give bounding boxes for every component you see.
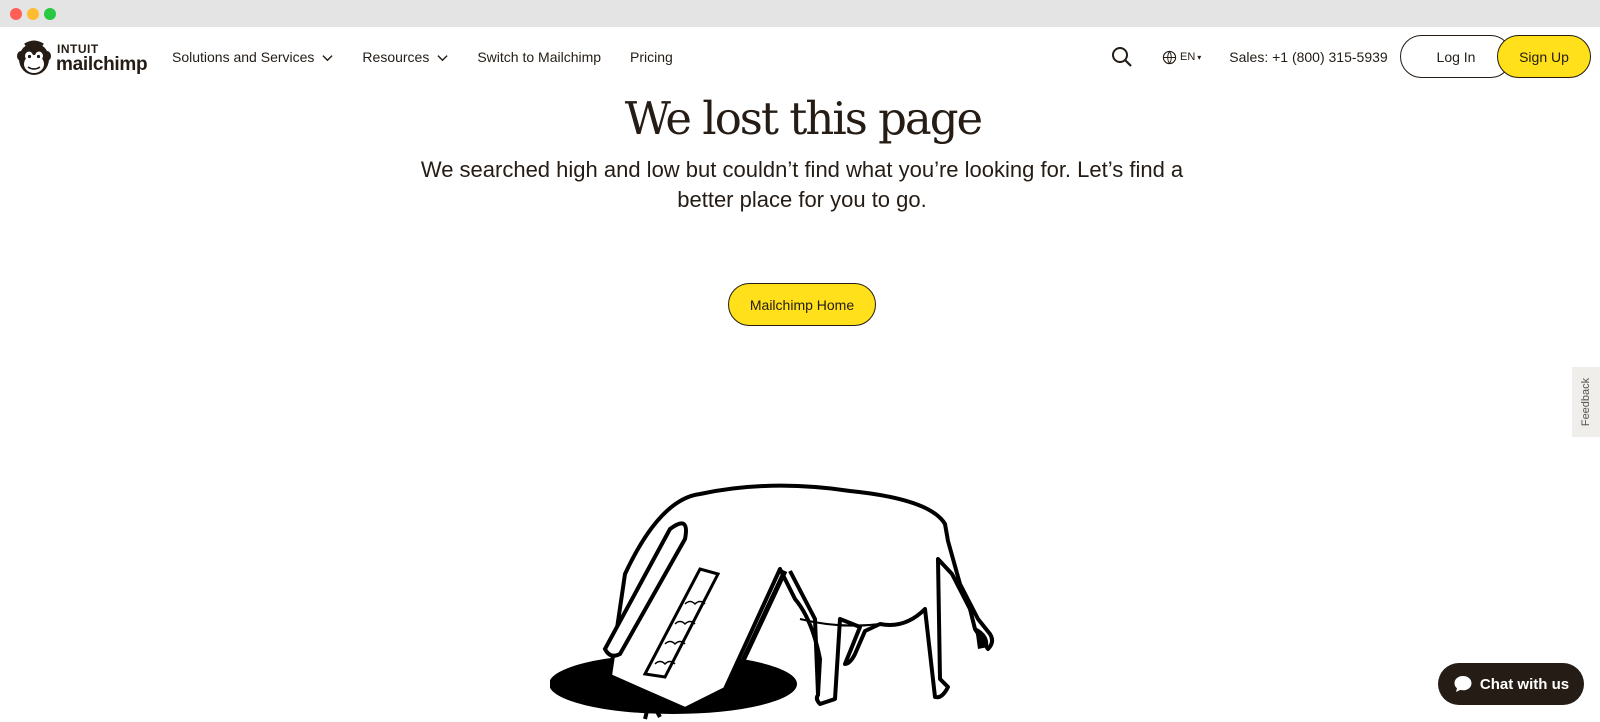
mailchimp-logo[interactable]: INTUIT mailchimp [16, 39, 151, 77]
nav-solutions-and-services[interactable]: Solutions and Services [172, 49, 333, 65]
search-icon[interactable] [1110, 45, 1134, 69]
browser-titlebar [0, 0, 1600, 27]
nav-item-label: Switch to Mailchimp [477, 49, 602, 65]
mailchimp-home-button[interactable]: Mailchimp Home [728, 283, 876, 326]
nav-item-label: Resources [362, 49, 430, 65]
nav-item-label: Solutions and Services [172, 49, 315, 65]
language-code: EN [1180, 51, 1196, 63]
page-title: We lost this page [624, 92, 983, 145]
chat-with-us-button[interactable]: Chat with us [1438, 663, 1584, 705]
freddie-monkey-icon [17, 40, 51, 75]
nav-item-label: Pricing [630, 49, 673, 65]
signup-button[interactable]: Sign Up [1497, 35, 1591, 78]
dog-digging-hole-illustration [550, 483, 995, 720]
nav-switch-to-mailchimp[interactable]: Switch to Mailchimp [477, 49, 601, 65]
chat-bubble-icon [1454, 676, 1472, 692]
chevron-down-icon [322, 54, 333, 61]
nav-pricing[interactable]: Pricing [630, 49, 673, 65]
main-nav: Solutions and Services Resources Switch … [172, 27, 702, 87]
sales-phone[interactable]: Sales: +1 (800) 315-5939 [1229, 49, 1387, 65]
page: INTUIT mailchimp Solutions and Services … [0, 27, 1600, 722]
window-minimize-button[interactable] [27, 8, 39, 20]
window-close-button[interactable] [10, 8, 22, 20]
chat-label: Chat with us [1479, 675, 1570, 693]
window-maximize-button[interactable] [44, 8, 56, 20]
feedback-tab[interactable]: Feedback [1572, 367, 1600, 437]
language-selector[interactable]: EN ▾ [1162, 50, 1201, 65]
nav-resources[interactable]: Resources [362, 49, 448, 65]
globe-icon [1162, 50, 1177, 64]
logo-mailchimp-text: mailchimp [56, 54, 148, 75]
header-tools: EN ▾ Sales: +1 (800) 315-5939 [1110, 27, 1388, 87]
feedback-label: Feedback [1580, 377, 1592, 427]
page-subtext: We searched high and low but couldn’t fi… [420, 157, 1184, 212]
login-button[interactable]: Log In [1400, 35, 1512, 78]
chevron-down-icon [437, 54, 448, 61]
caret-down-icon: ▾ [1197, 52, 1202, 62]
site-header: INTUIT mailchimp Solutions and Services … [0, 27, 1600, 87]
